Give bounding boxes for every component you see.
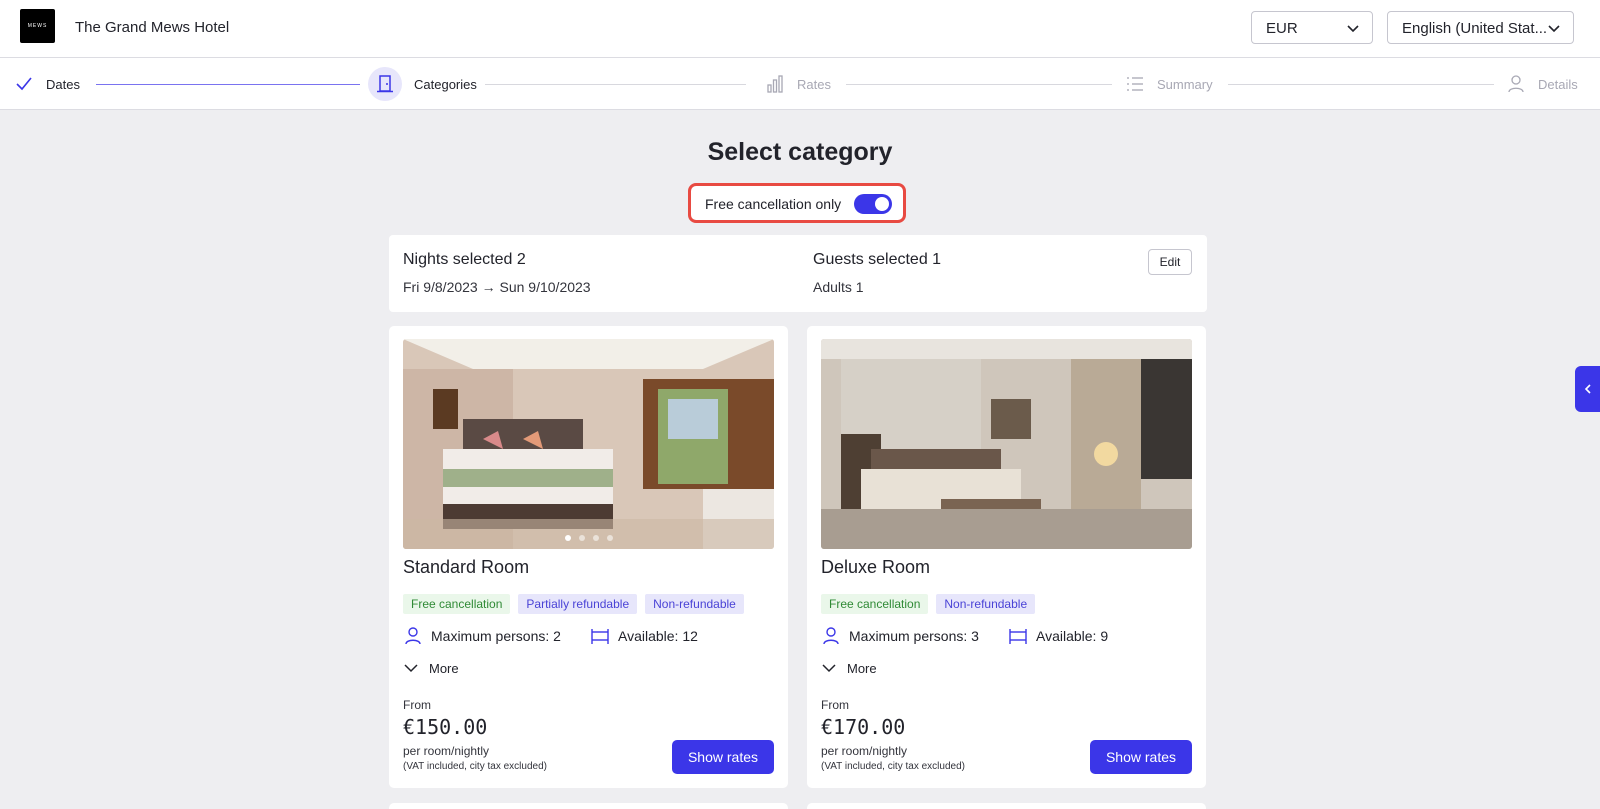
step-label: Summary — [1157, 76, 1213, 92]
more-toggle[interactable]: More — [403, 660, 459, 676]
tag-non-refundable: Non-refundable — [645, 594, 744, 614]
room-name: Standard Room — [403, 557, 530, 577]
price-unit: per room/nightly — [403, 744, 490, 758]
chevron-left-icon — [1584, 384, 1591, 394]
currency-select[interactable]: EUR — [1251, 11, 1373, 44]
room-photo[interactable] — [821, 339, 1192, 549]
cancellation-tags: Free cancellation Partially refundable N… — [403, 594, 744, 614]
logo-text: MEWS — [27, 23, 48, 29]
carousel-dot[interactable] — [564, 535, 571, 541]
stepper-connector — [1228, 84, 1494, 85]
nights-selected: Nights selected 2 — [403, 251, 526, 268]
more-label: More — [847, 660, 877, 676]
stay-summary: Nights selected 2 Fri 9/8/2023 → Sun 9/1… — [389, 235, 1207, 312]
room-card-peek — [389, 803, 788, 809]
step-summary[interactable]: Summary — [1125, 58, 1213, 110]
step-label: Details — [1538, 76, 1578, 92]
chevron-down-icon — [1548, 25, 1560, 33]
chevron-down-icon — [1347, 25, 1359, 33]
carousel-dot[interactable] — [578, 535, 585, 541]
availability-text: Available: 12 — [618, 628, 698, 644]
step-rates[interactable]: Rates — [765, 58, 831, 110]
availability: Available: 12 — [590, 626, 698, 646]
person-icon — [823, 627, 839, 645]
price-unit: per room/nightly — [821, 744, 908, 758]
room-card-peek — [807, 803, 1206, 809]
guests-selected: Guests selected 1 — [813, 251, 942, 268]
header: MEWS The Grand Mews Hotel EUR English (U… — [0, 0, 1600, 58]
free-cancellation-toggle[interactable] — [854, 194, 892, 214]
tag-free-cancellation: Free cancellation — [403, 594, 511, 614]
availability-text: Available: 9 — [1036, 628, 1109, 644]
room-name: Deluxe Room — [821, 557, 931, 577]
language-value: English (United Stat... — [1402, 20, 1548, 37]
tag-free-cancellation: Free cancellation — [821, 594, 929, 614]
availability: Available: 9 — [1008, 626, 1108, 646]
photo-carousel-dots[interactable] — [403, 535, 774, 541]
room-photo-image — [821, 339, 1192, 549]
room-photo-image — [403, 339, 774, 549]
step-label: Categories — [414, 76, 477, 92]
list-icon — [1125, 74, 1145, 94]
door-icon — [368, 67, 402, 101]
step-label: Rates — [797, 76, 831, 92]
room-photo[interactable] — [403, 339, 774, 549]
page-title: Select category — [707, 138, 893, 166]
price: €170.00 — [821, 715, 906, 739]
guests-detail: Adults 1 — [813, 279, 864, 295]
selected-dates: Fri 9/8/2023 → Sun 9/10/2023 — [403, 279, 591, 295]
step-dates[interactable]: Dates — [14, 58, 80, 110]
tag-non-refundable: Non-refundable — [936, 594, 1036, 614]
max-persons-text: Maximum persons: 2 — [431, 628, 561, 644]
more-toggle[interactable]: More — [821, 660, 877, 676]
step-label: Dates — [46, 76, 80, 92]
carousel-dot[interactable] — [592, 535, 599, 541]
chevron-down-icon — [822, 664, 836, 673]
max-persons-text: Maximum persons: 3 — [849, 628, 979, 644]
booking-stepper: Dates Categories Rates Summary Details — [0, 58, 1600, 110]
max-persons: Maximum persons: 2 — [403, 626, 561, 646]
show-rates-button[interactable]: Show rates — [672, 740, 774, 774]
filter-label: Free cancellation only — [705, 196, 842, 212]
date-to: Sun 9/10/2023 — [499, 279, 591, 295]
language-select[interactable]: English (United Stat... — [1387, 11, 1574, 44]
stepper-connector — [846, 84, 1112, 85]
hotel-name: The Grand Mews Hotel — [75, 19, 230, 36]
side-panel-toggle[interactable] — [1575, 366, 1600, 412]
person-icon — [405, 627, 421, 645]
cancellation-tags: Free cancellation Non-refundable — [821, 594, 1036, 614]
price-tax-note: (VAT included, city tax excluded) — [403, 761, 547, 772]
price-from-label: From — [403, 698, 431, 712]
chevron-down-icon — [404, 664, 418, 673]
step-details[interactable]: Details — [1506, 58, 1578, 110]
tag-partially-refundable: Partially refundable — [518, 594, 638, 614]
person-icon — [1506, 74, 1526, 94]
bed-icon — [1009, 629, 1027, 644]
arrow-right-icon: → — [481, 279, 496, 295]
show-rates-button[interactable]: Show rates — [1090, 740, 1192, 774]
bar-chart-icon — [765, 74, 785, 94]
hotel-logo[interactable]: MEWS — [20, 9, 55, 43]
stepper-connector — [485, 84, 746, 85]
room-card-standard: Standard Room Free cancellation Partiall… — [389, 326, 788, 788]
toggle-knob — [875, 197, 889, 211]
more-label: More — [429, 660, 459, 676]
carousel-dot[interactable] — [606, 535, 613, 541]
date-from: Fri 9/8/2023 — [403, 279, 478, 295]
edit-button[interactable]: Edit — [1148, 249, 1192, 275]
price-from-label: From — [821, 698, 849, 712]
room-card-deluxe: Deluxe Room Free cancellation Non-refund… — [807, 326, 1206, 788]
check-icon — [14, 74, 34, 94]
stepper-connector — [96, 84, 360, 85]
price-tax-note: (VAT included, city tax excluded) — [821, 761, 965, 772]
price: €150.00 — [403, 715, 488, 739]
max-persons: Maximum persons: 3 — [821, 626, 979, 646]
step-categories[interactable]: Categories — [368, 58, 477, 110]
currency-value: EUR — [1266, 20, 1298, 37]
bed-icon — [591, 629, 609, 644]
free-cancellation-filter[interactable]: Free cancellation only — [688, 183, 906, 223]
